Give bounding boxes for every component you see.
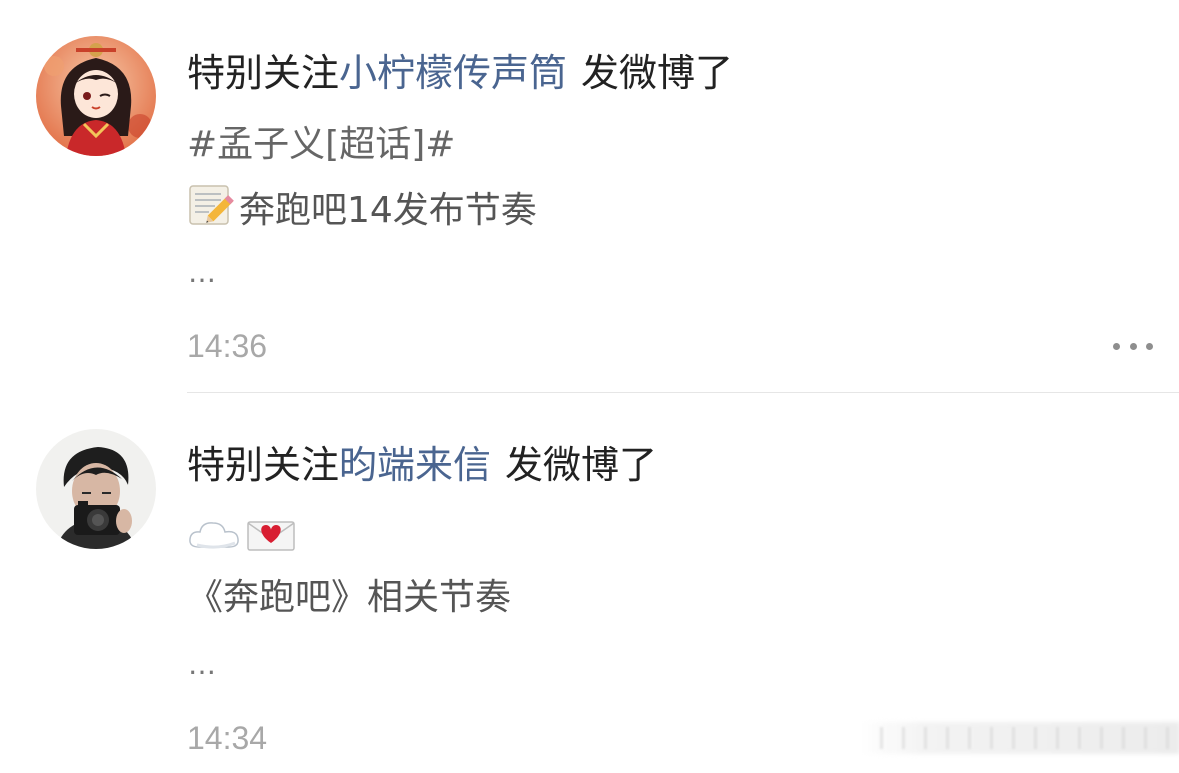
cloud-icon xyxy=(187,517,241,566)
dot-icon xyxy=(1113,342,1120,350)
dot-icon xyxy=(1129,342,1137,350)
headline: 特别关注昀端来信 发微博了 xyxy=(187,440,657,490)
ellipsis: … xyxy=(188,256,218,289)
headline: 特别关注小柠檬传声筒 发微博了 xyxy=(187,48,733,98)
feed-item[interactable]: 特别关注小柠檬传声筒 发微博了 #孟子义[超话]# 奔跑吧14发布节奏 … 14:… xyxy=(0,0,1179,392)
post-text-content: 《奔跑吧》相关节奏 xyxy=(187,577,512,618)
author-link[interactable]: 小柠檬传声筒 xyxy=(339,51,567,95)
posted-label: 发微博了 xyxy=(581,51,734,95)
avatar[interactable] xyxy=(36,429,156,549)
memo-pencil-icon xyxy=(187,182,235,241)
illustrated-girl-avatar-icon xyxy=(36,36,156,156)
more-options-button[interactable] xyxy=(1113,336,1153,356)
posted-label: 发微博了 xyxy=(505,443,658,487)
special-follow-label: 特别关注 xyxy=(187,51,340,95)
love-letter-icon xyxy=(245,517,297,566)
feed-item[interactable]: 特别关注昀端来信 发微博了 《奔跑吧》相关节奏 … 14:34 xyxy=(0,393,1179,773)
post-text: 奔跑吧14发布节奏 xyxy=(187,182,537,241)
post-text-content: 奔跑吧14发布节奏 xyxy=(239,190,537,231)
author-link[interactable]: 昀端来信 xyxy=(339,443,491,487)
timestamp: 14:34 xyxy=(187,720,268,756)
timestamp: 14:36 xyxy=(187,328,268,364)
special-follow-label: 特别关注 xyxy=(187,443,340,487)
photo-camera-man-avatar-icon xyxy=(36,429,156,549)
dot-icon xyxy=(1146,342,1153,350)
topic-hashtag[interactable]: #孟子义[超话]# xyxy=(187,121,455,169)
ellipsis: … xyxy=(188,648,218,681)
blurred-overlay-ticks xyxy=(880,727,1170,749)
emoji-line xyxy=(187,512,301,566)
avatar[interactable] xyxy=(36,36,156,156)
